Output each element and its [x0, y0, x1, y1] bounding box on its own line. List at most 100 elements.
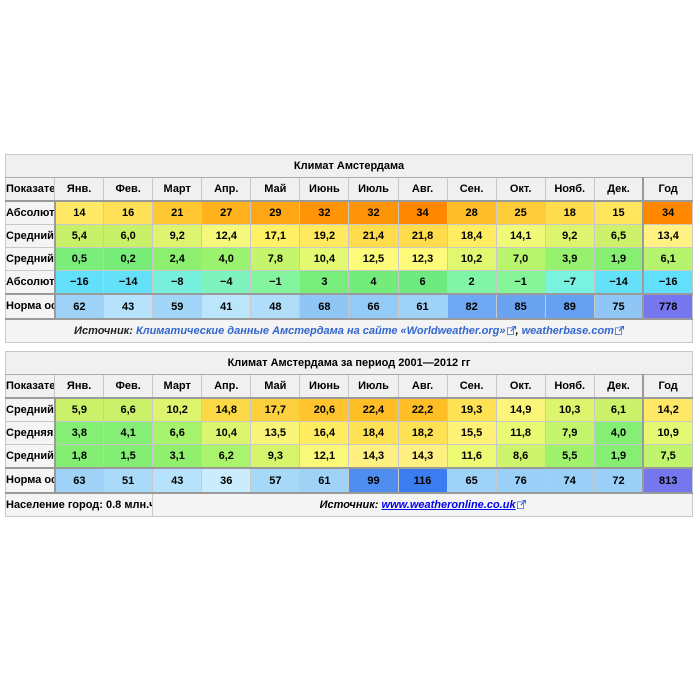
data-cell: 75 [593, 293, 644, 320]
climate-table-historical: Климат Амстердама ПоказательЯнв.Фев.Март… [4, 154, 694, 343]
data-cell: 32 [299, 200, 350, 225]
data-cell: 4 [348, 270, 399, 295]
header-month-11: Нояб. [544, 374, 595, 399]
table-row: Средний минимум, °C0,50,22,44,07,810,412… [4, 247, 694, 271]
data-cell: 72 [593, 467, 644, 494]
data-cell: 6,0 [103, 224, 154, 248]
header-month-13: Год [642, 374, 694, 399]
data-cell: 17,1 [250, 224, 301, 248]
data-cell: 18,2 [397, 421, 448, 445]
data-cell: 61 [397, 293, 448, 320]
data-cell: 62 [54, 293, 105, 320]
source-prefix: Источник: [319, 499, 379, 511]
data-cell: 16,4 [299, 421, 350, 445]
data-cell: 51 [103, 467, 154, 494]
data-cell: 65 [446, 467, 497, 494]
source-prefix: Источник: [74, 325, 133, 337]
row-label: Абсолютный минимум, °C [4, 270, 56, 295]
header-indicator: Показатель [4, 177, 56, 202]
data-cell: 63 [54, 467, 105, 494]
table-caption-row: Климат Амстердама за период 2001—2012 гг [5, 351, 693, 375]
data-cell: −14 [593, 270, 644, 295]
data-cell: 20,6 [299, 397, 350, 422]
data-cell: 4,0 [201, 247, 252, 271]
source-link-weatheronline[interactable]: www.weatheronline.co.uk [382, 499, 516, 511]
header-month-10: Окт. [495, 374, 546, 399]
data-cell: 2,4 [152, 247, 203, 271]
source-link-worldweather[interactable]: Климатические данные Амстердама на сайте… [136, 325, 506, 337]
header-month-11: Нояб. [544, 177, 595, 202]
data-cell: 3,8 [54, 421, 105, 445]
data-cell: 5,9 [54, 397, 105, 422]
footer-row: Население город: 0.8 млн.ч Источник: www… [4, 492, 693, 517]
row-label: Средний максимум, °C [4, 224, 56, 248]
data-cell: 6,6 [152, 421, 203, 445]
data-cell: 34 [642, 200, 694, 225]
header-month-10: Окт. [495, 177, 546, 202]
data-cell: 14,1 [495, 224, 546, 248]
data-cell: 1,8 [54, 444, 105, 469]
data-cell: −1 [495, 270, 546, 295]
table-gap [5, 343, 693, 351]
header-month-2: Фев. [103, 177, 154, 202]
source-link-weatherbase[interactable]: weatherbase.com [522, 325, 614, 337]
data-cell: 10,2 [446, 247, 497, 271]
data-cell: 14,2 [642, 397, 694, 422]
row-label: Норма осадков, мм [4, 293, 56, 320]
data-cell: 43 [103, 293, 154, 320]
header-month-1: Янв. [54, 177, 105, 202]
data-cell: 14,3 [348, 444, 399, 469]
data-cell: 21 [152, 200, 203, 225]
row-label: Средняя температура, °C [4, 421, 56, 445]
header-month-3: Март [152, 177, 203, 202]
data-cell: 68 [299, 293, 350, 320]
header-month-5: Май [250, 177, 301, 202]
data-cell: −4 [201, 270, 252, 295]
data-cell: 7,9 [544, 421, 595, 445]
population-label: Население город: 0.8 млн.ч [4, 492, 154, 517]
data-cell: 18 [544, 200, 595, 225]
data-cell: −14 [103, 270, 154, 295]
data-cell: 14,8 [201, 397, 252, 422]
data-cell: 57 [250, 467, 301, 494]
header-month-1: Янв. [54, 374, 105, 399]
data-cell: 19,3 [446, 397, 497, 422]
table-title: Климат Амстердама [5, 154, 693, 178]
table-row: Абсолютный максимум, °C14162127293232342… [4, 200, 694, 225]
data-cell: 18,4 [348, 421, 399, 445]
data-cell: 36 [201, 467, 252, 494]
data-cell: 6 [397, 270, 448, 295]
data-cell: −1 [250, 270, 301, 295]
data-cell: 1,9 [593, 444, 644, 469]
data-cell: 12,4 [201, 224, 252, 248]
column-header-row: ПоказательЯнв.Фев.МартАпр.МайИюньИюльАвг… [4, 177, 694, 202]
data-cell: 7,5 [642, 444, 694, 469]
header-month-13: Год [642, 177, 694, 202]
data-cell: 13,5 [250, 421, 301, 445]
data-cell: 14 [54, 200, 105, 225]
data-cell: 27 [201, 200, 252, 225]
data-cell: 41 [201, 293, 252, 320]
data-cell: 89 [544, 293, 595, 320]
header-month-4: Апр. [201, 374, 252, 399]
data-cell: 66 [348, 293, 399, 320]
data-cell: 5,4 [54, 224, 105, 248]
source-footer: Источник: Климатические данные Амстердам… [5, 318, 693, 343]
data-cell: 15,5 [446, 421, 497, 445]
table-row: Абсолютный минимум, °C−16−14−8−4−13462−1… [4, 270, 694, 295]
row-label: Абсолютный максимум, °C [4, 200, 56, 225]
header-month-3: Март [152, 374, 203, 399]
external-link-icon [614, 321, 624, 335]
table-title: Климат Амстердама за период 2001—2012 гг [5, 351, 693, 375]
data-cell: 43 [152, 467, 203, 494]
data-cell: 18,4 [446, 224, 497, 248]
header-month-7: Июль [348, 374, 399, 399]
table-caption-row: Климат Амстердама [5, 154, 693, 178]
data-cell: 813 [642, 467, 694, 494]
data-cell: 19,2 [299, 224, 350, 248]
row-label: Средний минимум, °C [4, 247, 56, 271]
header-month-6: Июнь [299, 374, 350, 399]
data-cell: 29 [250, 200, 301, 225]
header-month-12: Дек. [593, 374, 644, 399]
data-cell: 12,5 [348, 247, 399, 271]
